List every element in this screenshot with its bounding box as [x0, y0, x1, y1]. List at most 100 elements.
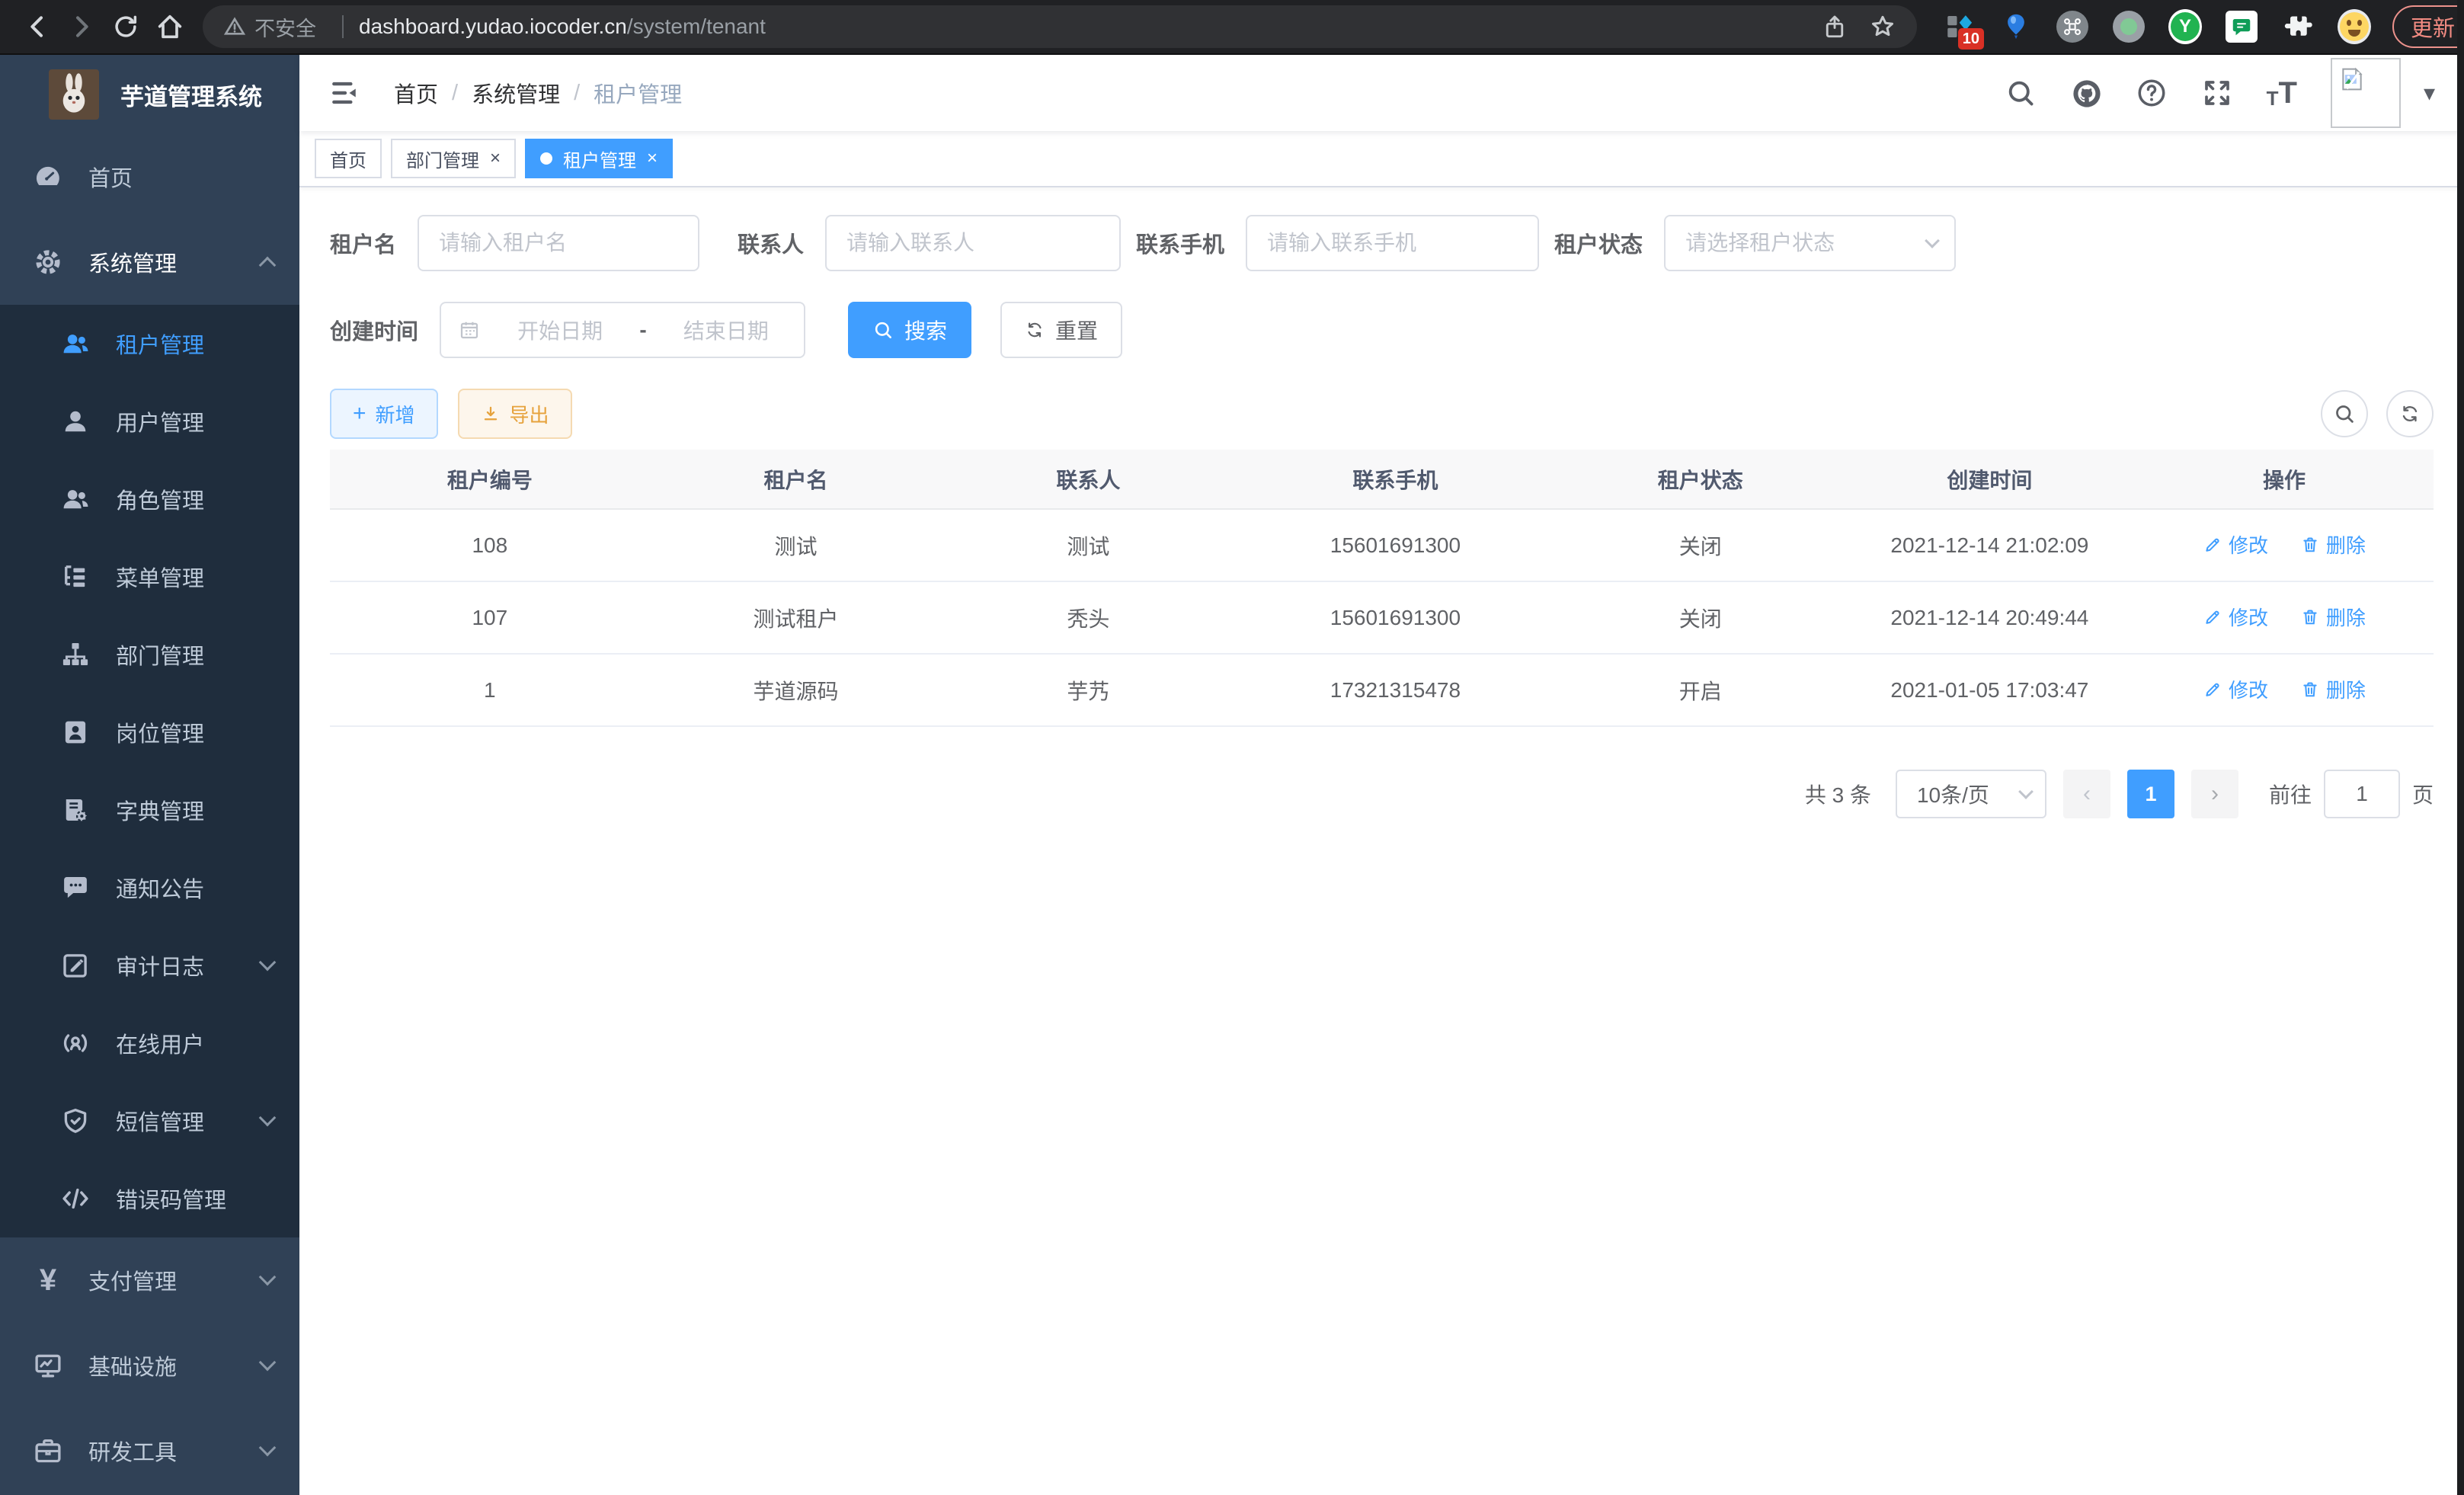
sidebar-item-online-user[interactable]: 在线用户: [0, 1004, 299, 1082]
filter-contact: 联系人: [738, 215, 1121, 271]
extension-balloon-icon[interactable]: [1999, 10, 2033, 43]
close-icon[interactable]: ×: [647, 149, 658, 168]
table-row: 108 测试 测试 15601691300 关闭 2021-12-14 21:0…: [330, 509, 2434, 581]
sidebar-item-menu[interactable]: 菜单管理: [0, 538, 299, 616]
tab-home[interactable]: 首页: [315, 139, 382, 178]
breadcrumb-home[interactable]: 首页: [394, 77, 438, 109]
contact-input[interactable]: [825, 215, 1121, 271]
role-users-icon: [59, 483, 91, 515]
tab-dept[interactable]: 部门管理 ×: [391, 139, 516, 178]
badge-icon: [59, 716, 91, 748]
edit-link[interactable]: 修改: [2203, 530, 2268, 559]
search-button[interactable]: 搜索: [848, 302, 971, 358]
sidebar-item-home[interactable]: 首页: [0, 134, 299, 219]
chevron-down-icon: [259, 954, 277, 972]
pagination-goto: 前往 页: [2269, 770, 2434, 818]
sidebar-item-dict[interactable]: 字典管理: [0, 771, 299, 849]
sidebar-item-tenant[interactable]: 租户管理: [0, 305, 299, 383]
sidebar-item-notice[interactable]: 通知公告: [0, 849, 299, 927]
header-search-icon[interactable]: [2005, 77, 2037, 109]
status-select-input[interactable]: [1664, 215, 1956, 271]
breadcrumb-current: 租户管理: [594, 77, 682, 109]
sidebar-item-errcode[interactable]: 错误码管理: [0, 1160, 299, 1237]
bookmark-star-icon[interactable]: [1868, 12, 1897, 41]
dictionary-icon: [59, 794, 91, 826]
goto-page-input[interactable]: [2324, 770, 2400, 818]
edit-link[interactable]: 修改: [2203, 675, 2268, 703]
page-content: 租户名 联系人 联系手机 租户状态: [299, 187, 2464, 1495]
mobile-input[interactable]: [1246, 215, 1539, 271]
url-path: /system/tenant: [627, 14, 766, 38]
address-bar[interactable]: 不安全 dashboard.yudao.iocoder.cn/system/te…: [203, 5, 1917, 48]
delete-link[interactable]: 删除: [2300, 603, 2366, 631]
refresh-icon: [1025, 320, 1045, 340]
browser-home-button[interactable]: [148, 5, 192, 49]
code-icon: [59, 1183, 91, 1215]
avatar[interactable]: [2331, 58, 2401, 128]
table-row: 107 测试租户 秃头 15601691300 关闭 2021-12-14 20…: [330, 581, 2434, 654]
create-time-range-picker[interactable]: 开始日期 - 结束日期: [440, 302, 805, 358]
sidebar-item-post[interactable]: 岗位管理: [0, 693, 299, 771]
export-button[interactable]: 导出: [458, 389, 572, 439]
users-icon: [59, 328, 91, 360]
end-date-placeholder[interactable]: 结束日期: [665, 315, 787, 345]
delete-link[interactable]: 删除: [2300, 675, 2366, 703]
extensions-puzzle-icon[interactable]: [2281, 10, 2315, 43]
github-icon[interactable]: [2070, 77, 2102, 109]
chevron-down-icon: [259, 1439, 277, 1457]
browser-back-button[interactable]: [15, 5, 59, 49]
page-size-select[interactable]: 10条/页: [1896, 770, 2046, 818]
browser-update-button[interactable]: 更新 ⋮: [2392, 5, 2464, 48]
add-button[interactable]: + 新增: [330, 389, 438, 439]
sidebar: 芋道管理系统 首页 系统管理 租户管理 用户管理 角色管理: [0, 55, 299, 1495]
next-page-button[interactable]: ›: [2191, 770, 2238, 818]
sidebar-item-role[interactable]: 角色管理: [0, 460, 299, 538]
sidebar-item-sms[interactable]: 短信管理: [0, 1082, 299, 1160]
extension-dot-icon[interactable]: [2112, 10, 2146, 43]
avatar-caret-icon[interactable]: ▾: [2424, 80, 2435, 107]
help-icon[interactable]: [2136, 77, 2168, 109]
edit-link[interactable]: 修改: [2203, 603, 2268, 631]
sidebar-item-infra[interactable]: 基础设施: [0, 1323, 299, 1408]
fullscreen-icon[interactable]: [2201, 77, 2233, 109]
navbar-right: TT ▾: [2005, 58, 2435, 128]
prev-page-button[interactable]: ‹: [2063, 770, 2110, 818]
browser-forward-button[interactable]: [59, 5, 104, 49]
share-icon[interactable]: [1821, 13, 1848, 40]
browser-reload-button[interactable]: [104, 5, 148, 49]
font-size-icon[interactable]: TT: [2267, 78, 2297, 108]
page-number-1[interactable]: 1: [2127, 770, 2174, 818]
breadcrumb-system[interactable]: 系统管理: [472, 77, 560, 109]
plus-icon: +: [353, 402, 366, 425]
tab-tenant[interactable]: 租户管理 ×: [525, 139, 673, 178]
sidebar-item-devtools[interactable]: 研发工具: [0, 1408, 299, 1493]
status-select[interactable]: [1664, 215, 1956, 271]
delete-link[interactable]: 删除: [2300, 530, 2366, 559]
sidebar-item-system[interactable]: 系统管理: [0, 219, 299, 305]
show-search-toggle-button[interactable]: [2321, 390, 2368, 437]
app-title: 芋道管理系统: [120, 78, 262, 112]
sidebar-item-pay[interactable]: ¥ 支付管理: [0, 1237, 299, 1323]
sidebar-item-audit-log[interactable]: 审计日志: [0, 927, 299, 1004]
chevron-down-icon: [259, 1109, 277, 1127]
chevron-up-icon: [259, 257, 277, 274]
refresh-table-button[interactable]: [2386, 390, 2434, 437]
profile-avatar-icon[interactable]: [2338, 10, 2371, 43]
reset-button[interactable]: 重置: [1000, 302, 1122, 358]
message-icon: [59, 872, 91, 904]
extension-command-icon[interactable]: [2056, 10, 2089, 43]
yen-icon: ¥: [32, 1264, 64, 1296]
security-label[interactable]: 不安全: [254, 12, 316, 42]
extension-grid-icon[interactable]: 10: [1943, 10, 1976, 43]
sidebar-collapse-icon[interactable]: [328, 76, 362, 110]
active-tab-dot: [540, 152, 552, 165]
tenant-name-input[interactable]: [418, 215, 699, 271]
extension-y-icon[interactable]: Y: [2168, 10, 2202, 43]
close-icon[interactable]: ×: [490, 149, 501, 168]
url-domain: dashboard.yudao.iocoder.cn: [359, 14, 627, 38]
start-date-placeholder[interactable]: 开始日期: [499, 315, 621, 345]
extension-chat-icon[interactable]: [2225, 10, 2258, 43]
briefcase-icon: [32, 1435, 64, 1467]
sidebar-item-user[interactable]: 用户管理: [0, 383, 299, 460]
sidebar-item-dept[interactable]: 部门管理: [0, 616, 299, 693]
